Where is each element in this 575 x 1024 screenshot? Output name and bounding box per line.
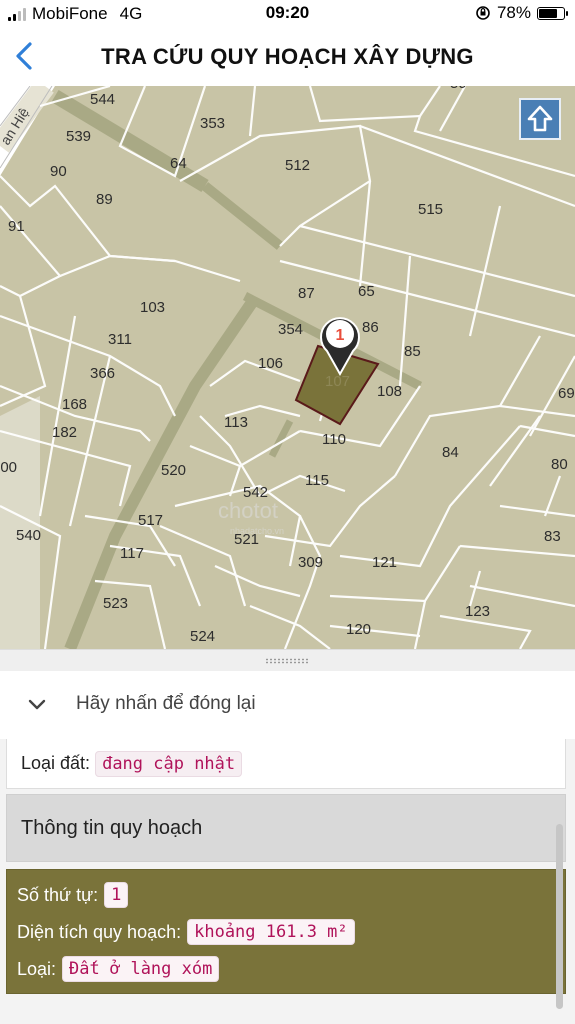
parcel-number: 90 — [50, 163, 67, 180]
parcel-number: 512 — [285, 157, 310, 174]
parcel-number: 120 — [346, 621, 371, 638]
parcel-number: 117 — [120, 545, 144, 562]
land-type-value: đang cập nhật — [95, 751, 243, 777]
parcel-number: 65 — [358, 283, 375, 300]
svg-text:chotot: chotot — [218, 498, 278, 523]
parcel-number: 311 — [108, 331, 132, 348]
share-up-arrow-icon — [527, 105, 553, 132]
type-row: Loại: Đất ở làng xóm — [17, 956, 220, 982]
parcel-number: 59 — [450, 86, 467, 92]
status-bar: MobiFone 4G 09:20 78% — [0, 0, 575, 28]
parcel-number: 69 — [558, 385, 575, 402]
planning-details: Số thứ tự: 1 Diện tích quy hoạch: khoảng… — [6, 869, 566, 994]
parcel-number: 80 — [551, 456, 568, 473]
parcel-number: 121 — [372, 554, 397, 571]
type-value: Đất ở làng xóm — [62, 956, 220, 982]
parcel-number: 110 — [322, 431, 346, 448]
planning-info-header[interactable]: Thông tin quy hoạch — [6, 794, 566, 862]
parcel-number: 309 — [298, 554, 323, 571]
parcel-number: 113 — [224, 414, 248, 431]
parcel-number: 103 — [140, 299, 165, 316]
order-row: Số thứ tự: 1 — [17, 882, 129, 908]
grip-icon — [265, 658, 309, 664]
marker-number: 1 — [336, 327, 345, 344]
collapse-panel-button[interactable]: Hãy nhấn để đóng lại — [0, 671, 575, 740]
section-title: Thông tin quy hoạch — [21, 817, 203, 839]
area-value: khoảng 161.3 m² — [187, 919, 355, 945]
parcel-number: 520 — [161, 462, 186, 479]
parcel-number: 366 — [90, 365, 115, 382]
parcel-number: 86 — [362, 319, 379, 336]
status-right: 78% — [475, 3, 568, 23]
parcel-number: 300 — [0, 459, 17, 476]
order-value: 1 — [104, 882, 129, 908]
collapse-label: Hãy nhấn để đóng lại — [76, 693, 256, 714]
parcel-number: 517 — [138, 512, 163, 529]
parcel-number: 353 — [200, 115, 225, 132]
parcel-number: 89 — [96, 191, 113, 208]
area-row: Diện tích quy hoạch: khoảng 161.3 m² — [17, 919, 355, 945]
chevron-down-icon — [28, 699, 46, 710]
panel-scrollbar[interactable] — [556, 824, 563, 1009]
parcel-number: 540 — [16, 527, 41, 544]
planning-map[interactable]: 544 353 59 539 64 512 90 89 515 91 87 65 103 354 86 311… — [0, 86, 575, 649]
orientation-lock-icon — [476, 6, 490, 20]
area-label: Diện tích quy hoạch: — [17, 921, 182, 942]
panel-drag-handle[interactable] — [0, 649, 575, 672]
parcel-number: 123 — [465, 603, 490, 620]
map-canvas[interactable]: 544 353 59 539 64 512 90 89 515 91 87 65 103 354 86 311… — [0, 86, 575, 649]
svg-text:nhadatcho.vn: nhadatcho.vn — [230, 526, 284, 536]
parcel-number: 107 — [325, 373, 350, 390]
parcel-number: 168 — [62, 396, 87, 413]
nav-bar: TRA CỨU QUY HOẠCH XÂY DỰNG — [0, 28, 575, 86]
parcel-number: 108 — [377, 383, 402, 400]
parcel-number: 84 — [442, 444, 459, 461]
parcel-number: 539 — [66, 128, 91, 145]
parcel-number: 524 — [190, 628, 215, 645]
parcel-number: 85 — [404, 343, 421, 360]
parcel-number: 182 — [52, 424, 77, 441]
battery-percent: 78% — [496, 3, 531, 22]
parcel-number: 83 — [544, 528, 561, 545]
land-type-row: Loại đất: đang cập nhật — [21, 751, 243, 777]
parcel-number: 91 — [8, 218, 25, 235]
order-label: Số thứ tự: — [17, 884, 99, 905]
parcel-number: 515 — [418, 201, 443, 218]
battery-icon — [537, 6, 568, 20]
land-type-label: Loại đất: — [21, 753, 91, 773]
type-label: Loại: — [17, 958, 57, 979]
parcel-number: 87 — [298, 285, 315, 302]
info-panel[interactable]: Loại đất: đang cập nhật Thông tin quy ho… — [0, 739, 575, 1024]
land-type-card: Loại đất: đang cập nhật — [6, 739, 566, 789]
parcel-number: 106 — [258, 355, 283, 372]
page-title: TRA CỨU QUY HOẠCH XÂY DỰNG — [101, 44, 474, 69]
parcel-number: 64 — [170, 155, 187, 172]
parcel-number: 544 — [90, 91, 115, 108]
parcel-number: 354 — [278, 321, 303, 338]
share-button[interactable] — [519, 98, 561, 140]
parcel-number: 523 — [103, 595, 128, 612]
parcel-number: 115 — [305, 472, 329, 489]
